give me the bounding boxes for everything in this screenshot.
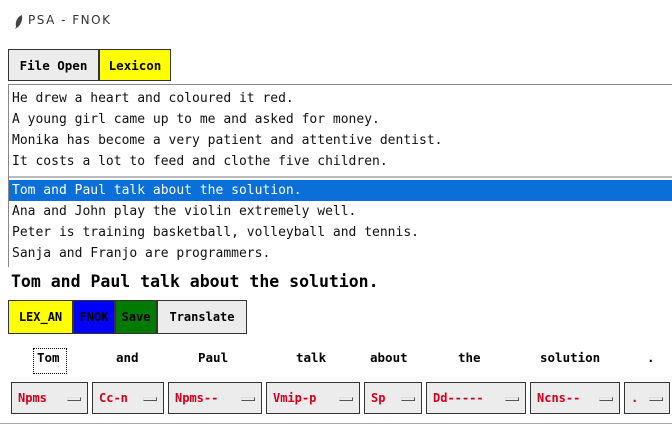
tag-value: Sp	[371, 391, 386, 405]
list-item[interactable]: It costs a lot to feed and clothe five c…	[9, 151, 672, 172]
list-item[interactable]: Peter is training basketball, volleyball…	[9, 222, 672, 243]
tag-row: Npms Cc-n Npms-- Vmip-p Sp Dd----- Ncns-…	[0, 382, 672, 416]
menu-bar: File Open Lexicon	[8, 49, 171, 81]
lex-an-button[interactable]: LEX_AN	[8, 300, 73, 334]
list-item[interactable]: Monika has become a very patient and att…	[9, 130, 672, 151]
token-word[interactable]: Paul	[198, 350, 228, 365]
list-item[interactable]: A young girl came up to me and asked for…	[9, 109, 672, 130]
tag-menu[interactable]: Npms--	[168, 382, 262, 414]
token-row: Tom and Paul talk about the solution .	[0, 342, 672, 378]
list-item[interactable]: He drew a heart and coloured it red.	[9, 88, 672, 109]
toolbar: LEX_AN FNOK Save Translate	[8, 300, 247, 334]
tag-value: .	[631, 391, 639, 405]
fnok-button[interactable]: FNOK	[73, 300, 115, 334]
title-bar: PSA - FNOK	[0, 0, 672, 44]
token-word[interactable]: and	[116, 350, 139, 365]
option-menu-indicator-icon	[401, 397, 415, 401]
sentence-list[interactable]: He drew a heart and coloured it red. A y…	[8, 84, 672, 267]
tag-menu[interactable]: Sp	[364, 382, 422, 414]
window-title: PSA - FNOK	[28, 13, 112, 27]
option-menu-indicator-icon	[67, 397, 81, 401]
token-word[interactable]: .	[647, 350, 655, 365]
translate-button[interactable]: Translate	[157, 300, 247, 334]
option-menu-indicator-icon	[649, 397, 663, 401]
tag-value: Npms--	[175, 391, 219, 405]
tag-menu[interactable]: Cc-n	[92, 382, 164, 414]
list-divider	[9, 176, 672, 178]
lexicon-button[interactable]: Lexicon	[99, 49, 171, 81]
option-menu-indicator-icon	[505, 397, 519, 401]
feather-icon	[15, 15, 23, 29]
tag-value: Cc-n	[99, 391, 128, 405]
tag-value: Ncns--	[537, 391, 581, 405]
list-item-selected[interactable]: Tom and Paul talk about the solution.	[9, 180, 672, 201]
token-word[interactable]: the	[458, 350, 481, 365]
option-menu-indicator-icon	[143, 397, 157, 401]
token-word[interactable]: solution	[540, 350, 600, 365]
tag-value: Npms	[18, 391, 47, 405]
tag-menu[interactable]: Npms	[11, 382, 88, 414]
token-word[interactable]: Tom	[37, 350, 60, 365]
list-item[interactable]: Sanja and Franjo are programmers.	[9, 243, 672, 264]
tag-menu[interactable]: Vmip-p	[266, 382, 360, 414]
tag-menu[interactable]: Dd-----	[426, 382, 526, 414]
save-button[interactable]: Save	[115, 300, 157, 334]
option-menu-indicator-icon	[241, 397, 255, 401]
tag-menu[interactable]: Ncns--	[530, 382, 620, 414]
option-menu-indicator-icon	[339, 397, 353, 401]
token-word[interactable]: about	[370, 350, 408, 365]
tag-value: Dd-----	[433, 391, 484, 405]
tag-value: Vmip-p	[273, 391, 317, 405]
file-open-button[interactable]: File Open	[8, 49, 99, 81]
tag-menu[interactable]: .	[624, 382, 670, 414]
token-word[interactable]: talk	[296, 350, 326, 365]
current-sentence: Tom and Paul talk about the solution.	[11, 272, 379, 291]
list-item[interactable]: Ana and John play the violin extremely w…	[9, 201, 672, 222]
status-area	[0, 423, 672, 441]
option-menu-indicator-icon	[599, 397, 613, 401]
